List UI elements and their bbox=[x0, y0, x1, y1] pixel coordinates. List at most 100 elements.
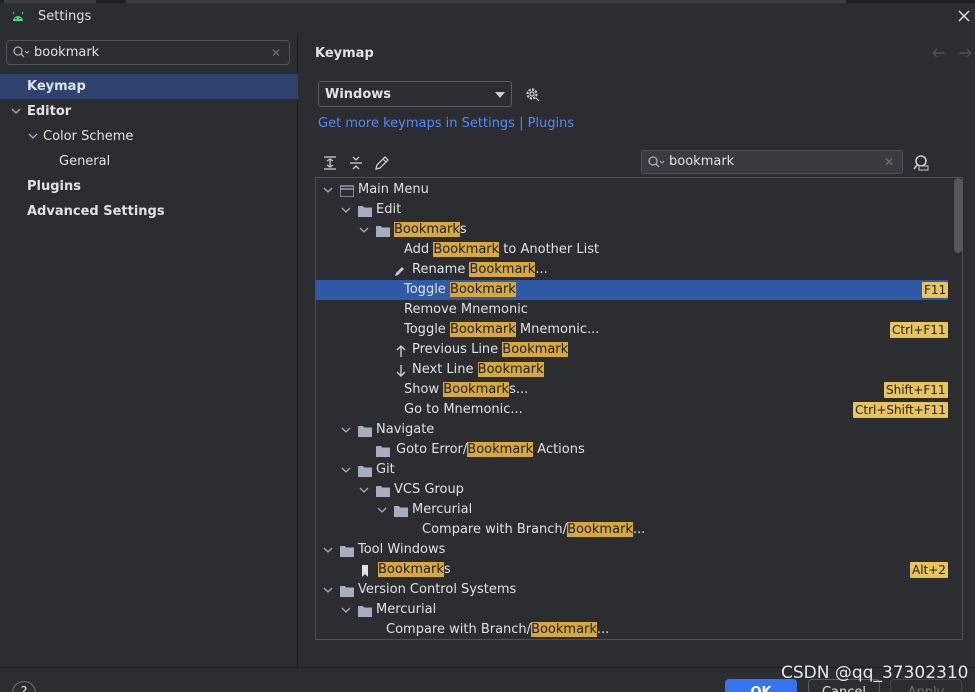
sidebar-item-plugins[interactable]: Plugins bbox=[0, 174, 298, 199]
sidebar-item-editor[interactable]: Editor bbox=[0, 99, 298, 124]
tree-row[interactable]: Goto Error/Bookmark Actions bbox=[316, 440, 962, 460]
search-icon bbox=[13, 46, 30, 58]
sidebar-item-advanced-settings[interactable]: Advanced Settings bbox=[0, 199, 298, 224]
keymap-search-input[interactable]: bookmark ✕ bbox=[641, 150, 903, 174]
chevron-down-icon[interactable] bbox=[322, 180, 334, 200]
tree-row-label: Git bbox=[376, 460, 395, 480]
tree-row[interactable]: Version Control Systems bbox=[316, 580, 962, 600]
chevron-down-icon[interactable] bbox=[340, 420, 352, 440]
keymap-select[interactable]: Windows bbox=[318, 81, 512, 107]
search-highlight: Bookmark bbox=[531, 622, 597, 637]
dropdown-arrow-icon bbox=[495, 92, 505, 98]
shortcut-badge: Ctrl+F11 bbox=[890, 322, 948, 338]
chevron-down-icon[interactable] bbox=[322, 580, 334, 600]
tree-row[interactable]: Mercurial bbox=[316, 500, 962, 520]
tree-row[interactable]: Rename Bookmark... bbox=[316, 260, 962, 280]
forward-arrow-icon[interactable] bbox=[957, 47, 973, 59]
sidebar-item-keymap[interactable]: Keymap bbox=[0, 74, 298, 99]
tree-row[interactable]: Go to Mnemonic... Ctrl+Shift+F11 bbox=[316, 400, 962, 420]
label-text: Mercurial bbox=[376, 602, 437, 617]
tree-row[interactable]: Bookmarks Alt+2 bbox=[316, 560, 962, 580]
folder-icon bbox=[358, 424, 372, 437]
close-icon[interactable] bbox=[955, 7, 973, 25]
tree-row[interactable]: Show Bookmarks... Shift+F11 bbox=[316, 380, 962, 400]
label-text: Actions bbox=[533, 442, 585, 457]
sidebar-item-general[interactable]: General bbox=[0, 149, 298, 174]
back-arrow-icon[interactable] bbox=[931, 47, 947, 59]
tree-row[interactable]: Main Menu bbox=[316, 180, 962, 200]
settings-search-input[interactable]: bookmark ✕ bbox=[6, 40, 290, 65]
keymap-tree[interactable]: Main Menu Edit Bookmarks Add Bookmark to An… bbox=[315, 177, 963, 640]
chevron-down-icon[interactable] bbox=[27, 124, 39, 149]
tree-row[interactable]: Toggle Bookmark Mnemonic... Ctrl+F11 bbox=[316, 320, 962, 340]
gear-icon[interactable] bbox=[523, 85, 541, 103]
find-by-shortcut-icon[interactable] bbox=[912, 153, 930, 171]
tree-row[interactable]: Toggle Bookmark F11 bbox=[316, 280, 949, 300]
tree-row[interactable]: Add Bookmark to Another List bbox=[316, 240, 962, 260]
sidebar-item-label: Color Scheme bbox=[43, 129, 134, 144]
sidebar-item-label: Keymap bbox=[27, 79, 86, 94]
sidebar-item-label: Editor bbox=[27, 104, 72, 119]
folder-icon bbox=[340, 544, 354, 557]
chevron-down-icon[interactable] bbox=[10, 99, 22, 124]
tree-row-label: VCS Group bbox=[394, 480, 464, 500]
tree-row-label: Add Bookmark to Another List bbox=[404, 240, 599, 260]
tree-row[interactable]: Git bbox=[316, 460, 962, 480]
chevron-down-icon[interactable] bbox=[340, 600, 352, 620]
expand-all-icon[interactable] bbox=[321, 154, 339, 172]
tree-row[interactable]: Navigate bbox=[316, 420, 962, 440]
label-text: s bbox=[459, 222, 467, 237]
label-text: Version Control Systems bbox=[358, 582, 517, 597]
tree-row-label: Compare with Branch/Bookmark... bbox=[422, 520, 645, 540]
settings-search-value: bookmark bbox=[34, 45, 100, 60]
label-text: to Another List bbox=[499, 242, 600, 257]
chevron-down-icon[interactable] bbox=[322, 540, 334, 560]
arrow-up-icon bbox=[394, 344, 408, 357]
tree-row[interactable]: Next Line Bookmark bbox=[316, 360, 962, 380]
search-highlight: Bookmark bbox=[469, 262, 536, 277]
chevron-down-icon[interactable] bbox=[376, 500, 388, 520]
help-button[interactable]: ? bbox=[12, 681, 36, 692]
shortcut-badge: F11 bbox=[922, 282, 949, 298]
tree-row-label: Toggle Bookmark bbox=[404, 280, 516, 300]
clear-search-icon[interactable]: ✕ bbox=[271, 46, 281, 60]
tree-row-label: Next Line Bookmark bbox=[412, 360, 544, 380]
tree-row[interactable]: Compare with Branch/Bookmark... bbox=[316, 620, 962, 639]
tree-row-label: Main Menu bbox=[358, 180, 429, 200]
tree-row-label: Compare with Branch/Bookmark... bbox=[386, 620, 609, 639]
tree-row[interactable]: Compare with Branch/Bookmark... bbox=[316, 520, 962, 540]
label-text: Compare with Branch/ bbox=[422, 522, 568, 537]
label-text: Compare with Branch/ bbox=[386, 622, 532, 637]
tree-row[interactable]: Mercurial bbox=[316, 600, 962, 620]
tree-row-label: Previous Line Bookmark bbox=[412, 340, 569, 360]
search-highlight: Bookmark bbox=[567, 522, 633, 537]
clear-search-icon[interactable]: ✕ bbox=[884, 155, 894, 169]
sidebar-item-color-scheme[interactable]: Color Scheme bbox=[0, 124, 298, 149]
shortcut-badge: Alt+2 bbox=[910, 562, 948, 578]
get-more-keymaps-link[interactable]: Get more keymaps in Settings | Plugins bbox=[318, 116, 574, 131]
tree-row-label: Rename Bookmark... bbox=[412, 260, 548, 280]
label-text: Toggle bbox=[404, 322, 450, 337]
label-text: Goto Error/ bbox=[396, 442, 468, 457]
edit-shortcut-icon[interactable] bbox=[373, 154, 391, 172]
tree-row[interactable]: Remove Mnemonic bbox=[316, 300, 962, 320]
tree-row-label: Bookmarks bbox=[378, 560, 451, 580]
label-text: Toggle bbox=[404, 282, 450, 297]
tree-row[interactable]: VCS Group bbox=[316, 480, 962, 500]
chevron-down-icon[interactable] bbox=[358, 480, 370, 500]
tree-row-label: Tool Windows bbox=[358, 540, 445, 560]
search-highlight: Bookmark bbox=[433, 242, 500, 257]
chevron-down-icon[interactable] bbox=[340, 200, 352, 220]
chevron-down-icon[interactable] bbox=[358, 220, 370, 240]
tree-row-label: Toggle Bookmark Mnemonic... bbox=[404, 320, 599, 340]
keymap-select-value: Windows bbox=[325, 87, 392, 102]
tree-row[interactable]: Bookmarks bbox=[316, 220, 962, 240]
tree-row[interactable]: Previous Line Bookmark bbox=[316, 340, 962, 360]
label-text: Next Line bbox=[412, 362, 478, 377]
collapse-all-icon[interactable] bbox=[347, 154, 365, 172]
chevron-down-icon[interactable] bbox=[340, 460, 352, 480]
label-text: Add bbox=[404, 242, 434, 257]
tree-row[interactable]: Edit bbox=[316, 200, 962, 220]
tree-row[interactable]: Tool Windows bbox=[316, 540, 962, 560]
label-text: Rename bbox=[412, 262, 470, 277]
